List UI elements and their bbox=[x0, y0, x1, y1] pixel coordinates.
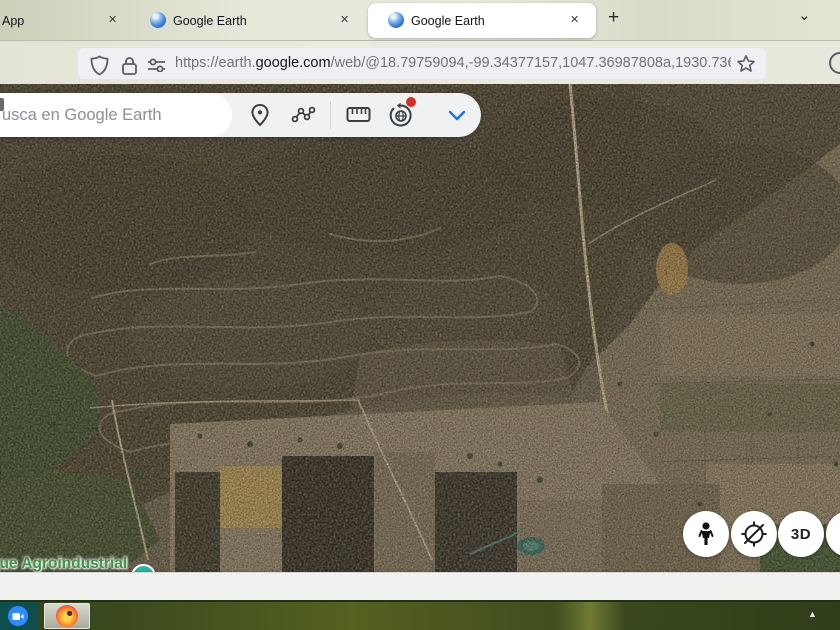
video-camera-glyph-icon bbox=[12, 612, 24, 620]
permissions-sliders-icon[interactable] bbox=[147, 58, 166, 72]
tab-title: Google Earth bbox=[411, 14, 485, 28]
tray-overflow-arrow-icon[interactable]: ▲ bbox=[808, 609, 817, 619]
compass-button[interactable] bbox=[731, 511, 777, 557]
url-scheme: https://earth. bbox=[175, 55, 256, 71]
satellite-map[interactable] bbox=[0, 84, 840, 572]
tab-title: Google Earth bbox=[173, 14, 247, 28]
lock-icon[interactable] bbox=[121, 55, 138, 76]
google-earth-favicon-icon bbox=[388, 12, 404, 28]
new-tab-button[interactable]: + bbox=[608, 7, 619, 29]
close-tab-icon[interactable]: ✕ bbox=[570, 13, 579, 26]
pegman-icon bbox=[698, 522, 714, 545]
firefox-taskbar-button[interactable] bbox=[44, 603, 90, 629]
bookmark-star-icon[interactable] bbox=[736, 54, 756, 74]
browser-tab-bar: App ✕ Google Earth ✕ Google Earth ✕ + ⌄ bbox=[0, 0, 840, 41]
place-pin-icon[interactable] bbox=[249, 103, 271, 127]
list-tabs-chevron-icon[interactable]: ⌄ bbox=[798, 6, 811, 24]
shield-icon[interactable] bbox=[90, 55, 109, 76]
search-field[interactable] bbox=[0, 93, 232, 137]
notification-dot bbox=[406, 97, 416, 107]
toolbar-divider bbox=[330, 101, 331, 129]
url-domain: google.com bbox=[255, 55, 331, 71]
zoom-app-icon[interactable] bbox=[8, 606, 28, 626]
route-path-icon[interactable] bbox=[290, 103, 316, 127]
pegman-button[interactable] bbox=[683, 511, 729, 557]
compass-off-icon bbox=[741, 521, 767, 547]
clipped-toolbar-icon bbox=[0, 98, 4, 111]
screen: que Agroindustrial 3D usca en Google Ear… bbox=[0, 0, 840, 630]
map-place-label[interactable]: que Agroindustrial bbox=[0, 555, 127, 573]
ruler-icon[interactable] bbox=[346, 106, 371, 124]
3d-toggle-button[interactable]: 3D bbox=[778, 511, 824, 557]
satellite-imagery bbox=[0, 84, 840, 572]
chevron-down-icon[interactable] bbox=[448, 110, 466, 121]
close-tab-icon[interactable]: ✕ bbox=[340, 13, 349, 26]
tab-title: App bbox=[2, 14, 25, 28]
earth-status-bar: Atribución de datos 400 m Cámara: 2.978 … bbox=[0, 572, 840, 600]
close-tab-icon[interactable]: ✕ bbox=[108, 13, 117, 26]
google-earth-favicon-icon bbox=[150, 12, 166, 28]
3d-label: 3D bbox=[790, 525, 812, 543]
desktop-taskbar: ▲ bbox=[0, 600, 840, 630]
wallpaper-highlight bbox=[555, 602, 625, 630]
firefox-icon bbox=[56, 605, 78, 627]
search-input[interactable] bbox=[2, 93, 226, 137]
url-path: /web/@18.79759094,-99.34377157,1047.3698… bbox=[330, 55, 731, 71]
url-text[interactable]: https://earth.google.com/web/@18.7975909… bbox=[175, 55, 731, 71]
